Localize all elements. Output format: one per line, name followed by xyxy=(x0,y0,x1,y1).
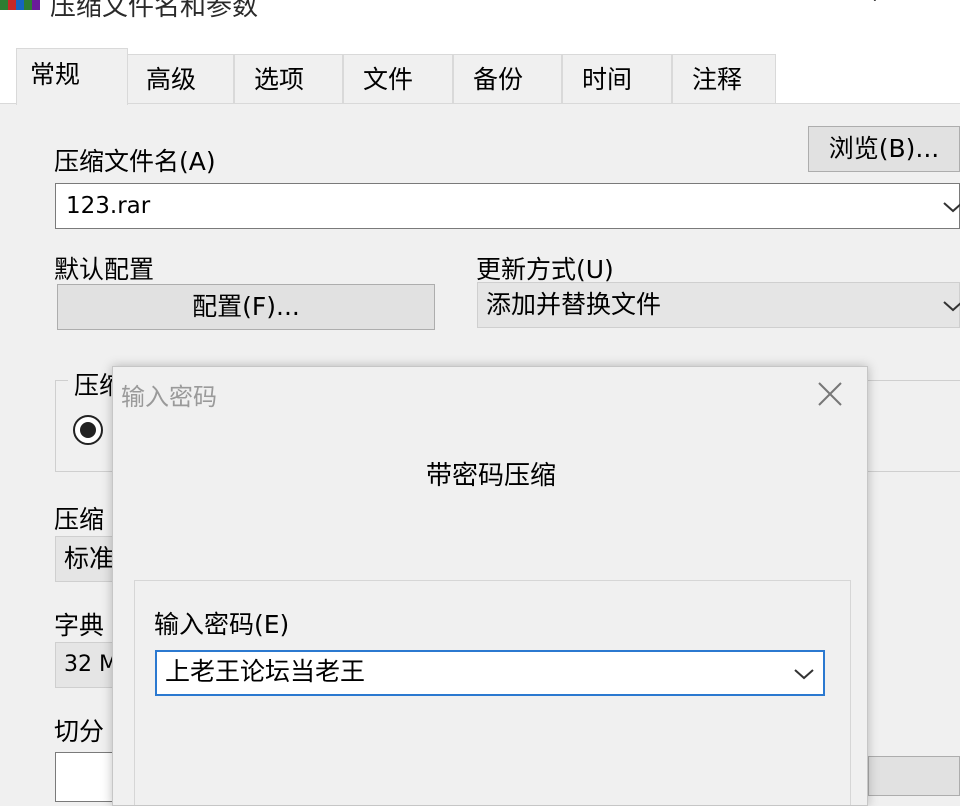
dialog-heading: 带密码压缩 xyxy=(425,461,556,491)
update-mode-label: 更新方式(U) xyxy=(476,255,614,284)
password-value: 上老王论坛当老王 xyxy=(165,657,366,686)
chevron-down-icon[interactable] xyxy=(942,299,960,313)
tab-comment[interactable]: 注释 xyxy=(672,54,776,103)
archive-name-value: 123.rar xyxy=(66,193,151,219)
compression-method-value: 标准 xyxy=(64,544,115,573)
archive-name-combo[interactable]: 123.rar xyxy=(55,183,960,229)
update-mode-select[interactable]: 添加并替换文件 xyxy=(477,282,960,328)
split-volumes-label: 切分 xyxy=(54,717,105,746)
profiles-button[interactable]: 配置(F)... xyxy=(57,284,435,330)
password-dialog: 输入密码 带密码压缩 输入密码(E) 上老王论坛当老王 xyxy=(112,366,868,806)
password-label: 输入密码(E) xyxy=(154,610,290,639)
close-icon[interactable] xyxy=(813,377,847,411)
chevron-down-icon[interactable] xyxy=(793,667,815,681)
tab-options[interactable]: 选项 xyxy=(234,54,343,103)
dictionary-size-label: 字典 xyxy=(54,611,105,640)
title-bar: 压缩文件名和参数 · xyxy=(0,0,960,26)
default-profile-label: 默认配置 xyxy=(54,255,155,284)
archive-name-label: 压缩文件名(A) xyxy=(54,147,216,176)
winrar-books-icon xyxy=(0,0,40,10)
tab-backup[interactable]: 备份 xyxy=(453,54,562,103)
dialog-title: 输入密码 xyxy=(121,383,217,411)
window-title: 压缩文件名和参数 xyxy=(50,0,259,22)
chevron-down-icon[interactable] xyxy=(942,200,960,214)
tab-files[interactable]: 文件 xyxy=(343,54,453,103)
dictionary-size-value: 32 M xyxy=(64,652,118,677)
background-button xyxy=(868,756,960,796)
title-bar-mark: · xyxy=(872,0,878,11)
radio-selected-dot xyxy=(80,422,96,438)
tab-time[interactable]: 时间 xyxy=(562,54,672,103)
compression-method-label: 压缩 xyxy=(54,505,105,534)
browse-button[interactable]: 浏览(B)... xyxy=(808,126,960,172)
password-input[interactable]: 上老王论坛当老王 xyxy=(155,650,825,696)
update-mode-value: 添加并替换文件 xyxy=(486,290,662,319)
tab-advanced[interactable]: 高级 xyxy=(126,54,234,103)
tab-general[interactable]: 常规 xyxy=(16,48,128,105)
